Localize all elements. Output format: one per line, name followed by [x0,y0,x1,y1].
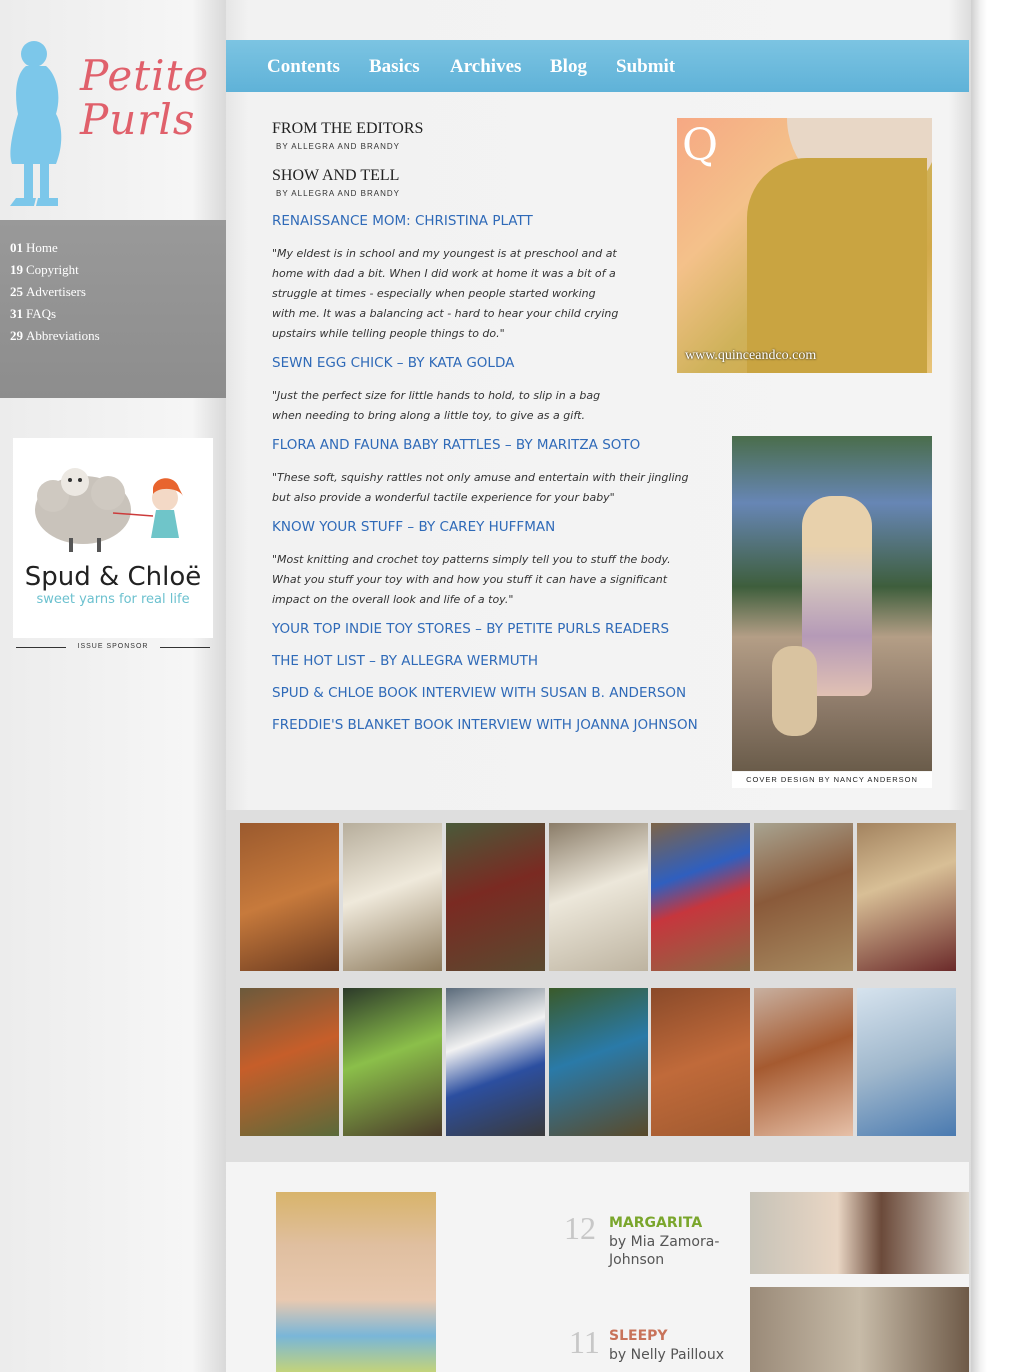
sidebar-item-label: FAQs [26,306,57,321]
pattern-list: 12 MARGARITA by Mia Zamora-Johnson 11 SL… [226,1162,969,1372]
sidebar-item-number: 19 [10,262,23,277]
thumbnail-robin[interactable] [446,823,545,971]
thumbnail-bag[interactable] [857,823,956,971]
pattern-photo[interactable] [750,1192,969,1274]
cover-photo[interactable] [732,436,932,771]
thumbnail-submarine[interactable] [857,988,956,1136]
sponsor-name: Spud & Chloë [24,562,202,592]
article-quote: "Most knitting and crochet toy patterns … [272,553,671,606]
sheep-and-girl-icon [35,468,183,552]
sidebar-item-label: Home [26,240,58,255]
sidebar-item-number: 29 [10,328,23,343]
article-link[interactable]: THE HOT LIST – BY ALLEGRA WERMUTH [272,653,538,669]
pattern-title[interactable]: SLEEPY [609,1328,668,1344]
nav-submit[interactable]: Submit [616,56,675,78]
ad-url: www.quinceandco.com [685,348,817,363]
sidebar: Petite Purls 01 Home 19 Copyright 25 Advert… [0,0,226,1372]
pattern-title[interactable]: MARGARITA [609,1215,702,1231]
article-link[interactable]: FLORA AND FAUNA BABY RATTLES – BY MARITZ… [272,437,640,453]
article-link[interactable]: SEWN EGG CHICK – BY KATA GOLDA [272,355,514,371]
logo-line2: Purls [80,95,196,144]
sidebar-item-abbreviations[interactable]: 29 Abbreviations [10,328,226,350]
thumbnail-owl[interactable] [240,823,339,971]
sidebar-item-label: Copyright [26,262,79,277]
article-link[interactable]: RENAISSANCE MOM: CHRISTINA PLATT [272,213,533,229]
magazine-page: Contents Basics Archives Blog Submit FRO… [226,0,971,1372]
sidebar-nav: 01 Home 19 Copyright 25 Advertisers 31 FAQs … [0,220,226,398]
editors-title[interactable]: FROM THE EDITORS [272,120,423,138]
ad-photo-sweater [747,158,927,373]
sidebar-item-label: Advertisers [26,284,86,299]
thumbnail-dragon[interactable] [343,988,442,1136]
thumbnail-lamb[interactable] [549,823,648,971]
sidebar-item-home[interactable]: 01 Home [10,240,226,262]
thumbnail-turtle[interactable] [651,988,750,1136]
cover-credit: COVER DESIGN BY NANCY ANDERSON [732,772,932,788]
article-link[interactable]: SPUD & CHLOE BOOK INTERVIEW WITH SUSAN B… [272,685,686,701]
pattern-page-number: 12 [564,1210,596,1246]
thumbnail-bunnies[interactable] [343,823,442,971]
sponsor-ad[interactable]: Spud & Chloë sweet yarns for real life [13,438,213,638]
article-quote: "My eldest is in school and my youngest … [272,247,619,340]
pattern-designer: by Mia Zamora-Johnson [609,1234,720,1268]
sponsor-label: ISSUE SPONSOR [16,641,210,653]
pattern-photo[interactable] [750,1287,969,1372]
article-quote: "These soft, squishy rattles not only am… [272,471,689,504]
page-edge [971,0,987,1372]
show-and-tell-byline: BY ALLEGRA AND BRANDY [276,189,401,198]
article-link[interactable]: KNOW YOUR STUFF – BY CAREY HUFFMAN [272,519,555,535]
sidebar-item-copyright[interactable]: 19 Copyright [10,262,226,284]
top-nav: Contents Basics Archives Blog Submit [226,40,969,92]
sidebar-item-number: 25 [10,284,23,299]
sidebar-item-faqs[interactable]: 31 FAQs [10,306,226,328]
thumbnail-doll[interactable] [549,988,648,1136]
thumbnail-scooter[interactable] [754,823,853,971]
sidebar-item-number: 31 [10,306,23,321]
sidebar-item-label: Abbreviations [26,328,100,343]
logo-text: Petite Purls [80,54,209,142]
thumbnail-finger-puppets[interactable] [754,988,853,1136]
thumbnail-fox[interactable] [240,988,339,1136]
article-quote: "Just the perfect size for little hands … [272,389,601,422]
sidebar-item-advertisers[interactable]: 25 Advertisers [10,284,226,306]
ad-letter: Q [682,120,719,171]
nav-basics[interactable]: Basics [369,56,420,78]
girl-silhouette-icon [10,41,62,206]
waldorf-doll-photo[interactable] [276,1192,436,1372]
pattern-designer: by Nelly Pailloux [609,1347,725,1363]
nav-contents[interactable]: Contents [267,56,340,78]
thumbnail-mice[interactable] [651,823,750,971]
sponsor-tagline: sweet yarns for real life [36,592,190,607]
nav-blog[interactable]: Blog [550,56,587,78]
pattern-page-number: 11 [569,1324,600,1360]
quince-ad[interactable]: Q www.quinceandco.com [677,118,932,373]
thumbnail-skirt[interactable] [446,988,545,1136]
site-logo[interactable]: Petite Purls [0,20,226,210]
editors-byline: BY ALLEGRA AND BRANDY [276,142,401,151]
show-and-tell-title[interactable]: SHOW AND TELL [272,167,399,185]
sidebar-item-number: 01 [10,240,23,255]
nav-archives[interactable]: Archives [450,56,521,78]
cover-teddy-figure [772,646,817,736]
logo-line1: Petite [80,51,210,100]
pattern-thumbnails [226,810,969,1162]
article-link[interactable]: YOUR TOP INDIE TOY STORES – BY PETITE PU… [272,621,669,637]
article-link[interactable]: FREDDIE'S BLANKET BOOK INTERVIEW WITH JO… [272,717,698,733]
